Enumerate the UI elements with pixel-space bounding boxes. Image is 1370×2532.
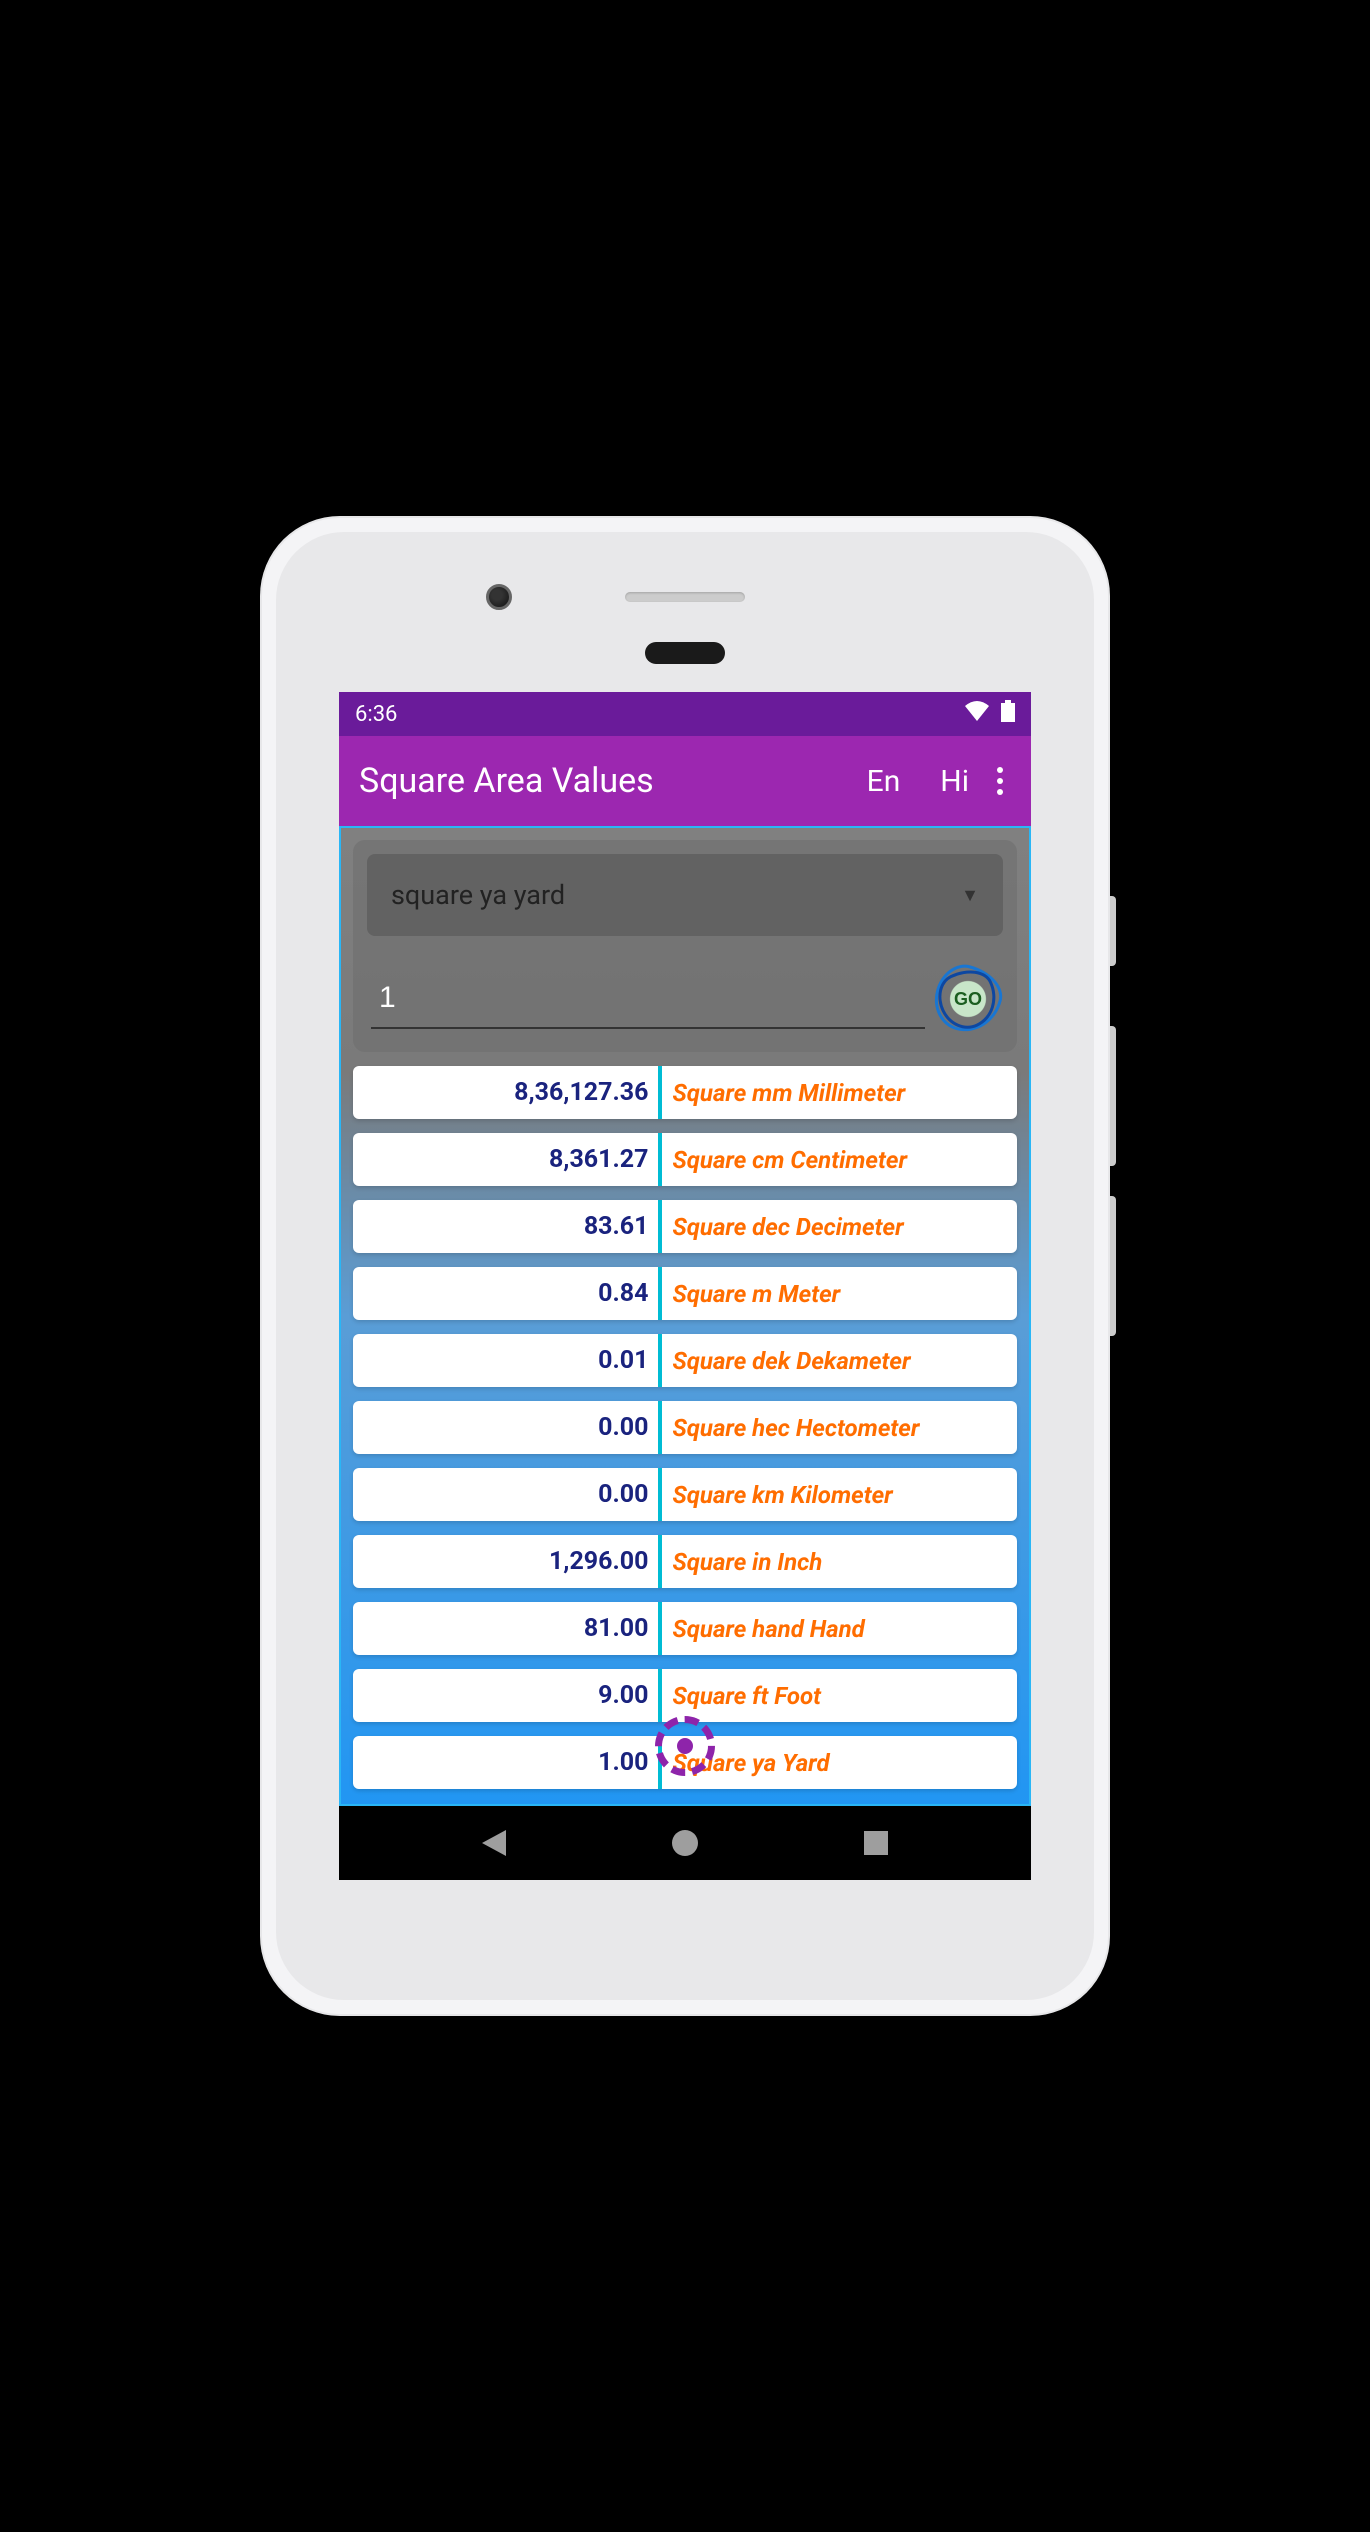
app-bar: Square Area Values En Hi [339, 736, 1031, 826]
go-button-label: GO [954, 989, 982, 1010]
results-list: 8,36,127.36Square mm Millimeter8,361.27S… [353, 1066, 1017, 1789]
result-label: Square ft Foot [662, 1669, 1017, 1722]
result-row[interactable]: 1.00Square ya Yard [353, 1736, 1017, 1789]
status-time: 6:36 [355, 702, 965, 727]
navigation-bar [339, 1806, 1031, 1880]
result-label: Square km Kilometer [662, 1468, 1017, 1521]
result-value: 8,36,127.36 [353, 1066, 658, 1119]
result-row[interactable]: 0.00Square km Kilometer [353, 1468, 1017, 1521]
phone-side-button [1110, 1196, 1116, 1336]
result-row[interactable]: 0.00Square hec Hectometer [353, 1401, 1017, 1454]
result-value: 0.01 [353, 1334, 658, 1387]
speaker-icon [625, 592, 745, 602]
wifi-icon [965, 701, 989, 727]
result-row[interactable]: 83.61Square dec Decimeter [353, 1200, 1017, 1253]
page-title: Square Area Values [359, 761, 847, 801]
unit-dropdown[interactable]: square ya yard ▼ [367, 854, 1003, 936]
nav-home-button[interactable] [670, 1828, 700, 1858]
chevron-down-icon: ▼ [961, 885, 979, 906]
result-label: Square ya Yard [662, 1736, 1017, 1789]
overflow-menu-button[interactable] [989, 762, 1011, 800]
result-value: 0.00 [353, 1468, 658, 1521]
result-label: Square m Meter [662, 1267, 1017, 1320]
result-row[interactable]: 0.01Square dek Dekameter [353, 1334, 1017, 1387]
phone-bezel: 6:36 Square Area Values En Hi [276, 532, 1094, 2000]
result-value: 1,296.00 [353, 1535, 658, 1588]
input-card: square ya yard ▼ GO [353, 840, 1017, 1052]
language-en-button[interactable]: En [867, 764, 901, 799]
result-label: Square hand Hand [662, 1602, 1017, 1655]
status-icons [965, 700, 1015, 728]
input-row: GO [367, 960, 1003, 1038]
result-label: Square in Inch [662, 1535, 1017, 1588]
nav-recent-button[interactable] [861, 1828, 891, 1858]
nav-back-button[interactable] [479, 1828, 509, 1858]
result-value: 8,361.27 [353, 1133, 658, 1186]
result-label: Square mm Millimeter [662, 1066, 1017, 1119]
value-input[interactable] [371, 969, 925, 1029]
battery-icon [1001, 700, 1015, 728]
result-row[interactable]: 9.00Square ft Foot [353, 1669, 1017, 1722]
result-value: 9.00 [353, 1669, 658, 1722]
result-row[interactable]: 0.84Square m Meter [353, 1267, 1017, 1320]
result-label: Square dek Dekameter [662, 1334, 1017, 1387]
camera-icon [486, 584, 512, 610]
phone-side-button [1110, 896, 1116, 966]
result-row[interactable]: 81.00Square hand Hand [353, 1602, 1017, 1655]
result-label: Square hec Hectometer [662, 1401, 1017, 1454]
phone-side-button [1110, 1026, 1116, 1166]
result-row[interactable]: 1,296.00Square in Inch [353, 1535, 1017, 1588]
phone-frame: 6:36 Square Area Values En Hi [260, 516, 1110, 2016]
result-row[interactable]: 8,361.27Square cm Centimeter [353, 1133, 1017, 1186]
result-value: 1.00 [353, 1736, 658, 1789]
result-value: 81.00 [353, 1602, 658, 1655]
language-hi-button[interactable]: Hi [940, 764, 969, 799]
earpiece-icon [645, 642, 725, 664]
status-bar: 6:36 [339, 692, 1031, 736]
screen: 6:36 Square Area Values En Hi [339, 692, 1031, 1880]
result-value: 0.00 [353, 1401, 658, 1454]
result-value: 83.61 [353, 1200, 658, 1253]
result-label: Square cm Centimeter [662, 1133, 1017, 1186]
result-row[interactable]: 8,36,127.36Square mm Millimeter [353, 1066, 1017, 1119]
go-button[interactable]: GO [937, 968, 999, 1030]
result-label: Square dec Decimeter [662, 1200, 1017, 1253]
result-value: 0.84 [353, 1267, 658, 1320]
dropdown-selected-label: square ya yard [391, 879, 565, 911]
content-area: square ya yard ▼ GO 8,36,127.36Square mm… [339, 826, 1031, 1806]
